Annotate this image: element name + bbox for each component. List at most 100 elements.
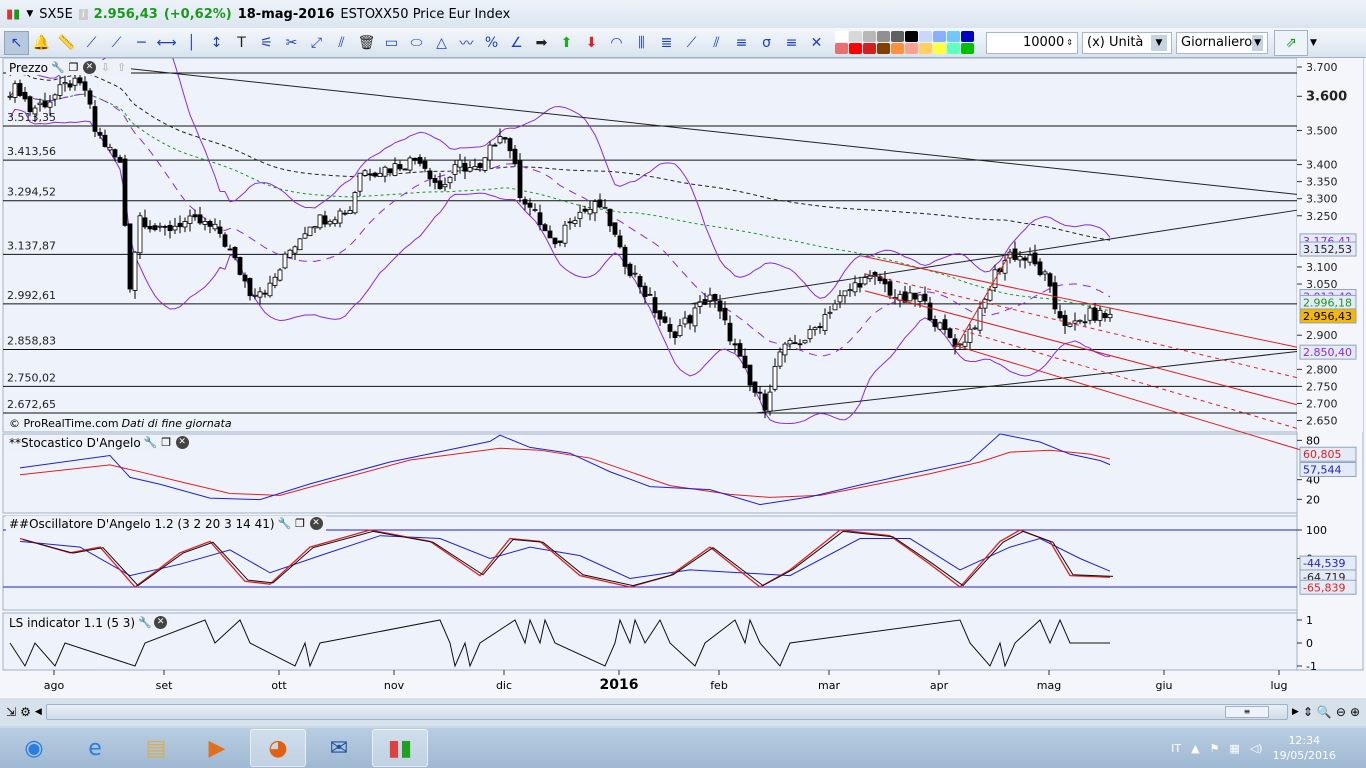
segment-icon[interactable]: ⟋ — [79, 31, 104, 55]
color-swatch[interactable] — [863, 31, 876, 42]
media-player-icon[interactable]: ▶ — [189, 729, 245, 767]
move-down-icon[interactable]: ⇩ — [99, 61, 112, 74]
zoom-fit-icon[interactable]: 🔍 — [1317, 705, 1332, 719]
arrow-right-icon[interactable]: ➡ — [529, 31, 554, 55]
cross-icon[interactable]: ✕ — [804, 31, 829, 55]
color-swatch[interactable] — [863, 43, 876, 54]
rectangle-icon[interactable]: ▭ — [379, 31, 404, 55]
horizontal-line-icon[interactable]: ─ — [129, 31, 154, 55]
color-swatch[interactable] — [905, 31, 918, 42]
color-swatch[interactable] — [933, 43, 946, 54]
close-icon[interactable]: ✕ — [309, 517, 323, 530]
text-icon[interactable]: T — [229, 31, 254, 55]
scroll-right-button[interactable]: ▶ — [1292, 707, 1299, 717]
move-up-icon[interactable]: ⇧ — [115, 61, 128, 74]
add-indicator-dropdown-icon[interactable]: ▼ — [1310, 38, 1317, 48]
color-swatch[interactable] — [947, 43, 960, 54]
chevron-down-icon[interactable]: ▼ — [1151, 34, 1167, 51]
tools-icon[interactable]: ✂ — [279, 31, 304, 55]
spinner-icon[interactable]: ⇕ — [1066, 38, 1073, 47]
network-icon[interactable]: ▦ — [1229, 742, 1239, 755]
indicator-icon[interactable]: ⚟ — [254, 31, 279, 55]
add-indicator-button[interactable]: ⇗ — [1274, 29, 1308, 56]
fibonacci-arc-icon[interactable]: ◠ — [604, 31, 629, 55]
color-swatch[interactable] — [905, 43, 918, 54]
chevron-down-icon[interactable]: ▼ — [1252, 34, 1263, 51]
sigma-icon[interactable]: ≡ — [779, 31, 804, 55]
color-swatch[interactable] — [961, 31, 974, 42]
wrench-icon[interactable]: 🔧 — [144, 436, 158, 449]
windows-start-icon[interactable]: ◉ — [6, 729, 62, 767]
alarm-bell-icon[interactable]: 🔔 — [29, 31, 54, 55]
triangle-icon[interactable]: △ — [429, 31, 454, 55]
fan-icon[interactable]: ⟋ — [679, 31, 704, 55]
file-explorer-icon[interactable]: ▤ — [128, 729, 184, 767]
color-swatch[interactable] — [919, 43, 932, 54]
vertical-segment-icon[interactable]: ↕ — [204, 31, 229, 55]
zoom-out-icon[interactable]: ⊖ — [1336, 705, 1346, 719]
chart-area[interactable]: 3.513,35 3.413,56 3.294,52 3.137,87 2.992,61… — [0, 58, 1366, 698]
zoom-in-icon[interactable]: ⊕ — [1350, 705, 1360, 719]
clock[interactable]: 12:34 19/05/2016 — [1273, 733, 1336, 763]
close-icon[interactable]: ✕ — [154, 616, 168, 629]
prorealtime-icon[interactable]: ▮ ▮ — [372, 729, 428, 767]
ellipse-icon[interactable]: ⬭ — [404, 31, 429, 55]
pitchfork-icon[interactable]: σ — [754, 31, 779, 55]
percent-icon[interactable]: % — [479, 31, 504, 55]
internet-explorer-icon[interactable]: e — [67, 729, 123, 767]
color-swatch[interactable] — [835, 43, 848, 54]
trend-icon[interactable]: 〰 — [454, 31, 479, 55]
wrench-icon[interactable]: 🔧 — [51, 61, 65, 74]
symbol[interactable]: SX5E — [39, 7, 73, 22]
thunderbird-icon[interactable]: ✉ — [311, 729, 367, 767]
channel-icon[interactable]: ⫽ — [704, 31, 729, 55]
quantity-input[interactable]: 10000 ⇕ — [986, 31, 1078, 54]
wrench-icon[interactable]: 🔧 — [278, 517, 292, 530]
color-swatch[interactable] — [849, 31, 862, 42]
color-swatch[interactable] — [933, 31, 946, 42]
chart-canvas[interactable]: 3.513,353.413,563.294,523.137,872.992,61… — [0, 58, 1366, 698]
color-swatch[interactable] — [947, 31, 960, 42]
close-icon[interactable]: ✕ — [175, 436, 189, 449]
scroll-left-button[interactable]: ◀ — [35, 707, 42, 717]
action-center-icon[interactable]: ⚑ — [1210, 742, 1220, 755]
symbol-dropdown-icon[interactable]: ▼ — [26, 9, 33, 19]
info-icon[interactable]: i — [78, 8, 88, 20]
fibonacci-time-icon[interactable]: ⫼ — [629, 31, 654, 55]
arrow-down-icon[interactable]: ⬇ — [579, 31, 604, 55]
close-icon[interactable]: ✕ — [83, 61, 97, 74]
unit-select[interactable]: (x) Unità ▼ — [1082, 31, 1172, 54]
export-icon[interactable]: ⇲ — [6, 705, 16, 719]
volume-icon[interactable]: ◁) — [1250, 742, 1263, 755]
color-swatch[interactable] — [919, 31, 932, 42]
horizontal-segment-icon[interactable]: ⟷ — [154, 31, 179, 55]
show-hidden-icons[interactable]: ▲ — [1191, 742, 1199, 755]
scrollbar-thumb[interactable]: ≡ — [1224, 706, 1269, 718]
language-indicator[interactable]: IT — [1171, 742, 1181, 755]
raff-icon[interactable]: ≡ — [729, 31, 754, 55]
pointer-icon[interactable]: ↖ — [4, 30, 29, 55]
wrench-icon[interactable]: 🔧 — [138, 616, 152, 629]
candlestick-icon[interactable]: ▮▮ — [6, 7, 20, 22]
fibonacci-retracement-icon[interactable]: ≣ — [654, 31, 679, 55]
autoscale-icon[interactable]: ⇕ — [1303, 705, 1313, 719]
ruler-icon[interactable]: 📏 — [54, 31, 79, 55]
color-swatch[interactable] — [849, 43, 862, 54]
color-swatch[interactable] — [877, 31, 890, 42]
period-select[interactable]: Giornaliero ▼ — [1176, 31, 1268, 54]
firefox-icon[interactable]: ◕ — [250, 729, 306, 767]
arrow-up-icon[interactable]: ⬆ — [554, 31, 579, 55]
horizontal-scrollbar[interactable]: ≡ — [45, 704, 1288, 720]
angle-icon[interactable]: ∠ — [504, 31, 529, 55]
ray-icon[interactable]: ⤢ — [304, 31, 329, 55]
color-swatch[interactable] — [961, 43, 974, 54]
window-icon[interactable]: ❐ — [67, 61, 80, 74]
parallel-icon[interactable]: ⫽ — [329, 31, 354, 55]
window-icon[interactable]: ❐ — [160, 436, 173, 449]
trash-icon[interactable]: 🗑 — [354, 31, 379, 55]
window-icon[interactable]: ❐ — [294, 517, 307, 530]
color-swatch[interactable] — [835, 31, 848, 42]
color-swatch[interactable] — [891, 31, 904, 42]
color-swatch[interactable] — [891, 43, 904, 54]
chart-settings-icon[interactable]: ⚙ — [20, 705, 31, 719]
